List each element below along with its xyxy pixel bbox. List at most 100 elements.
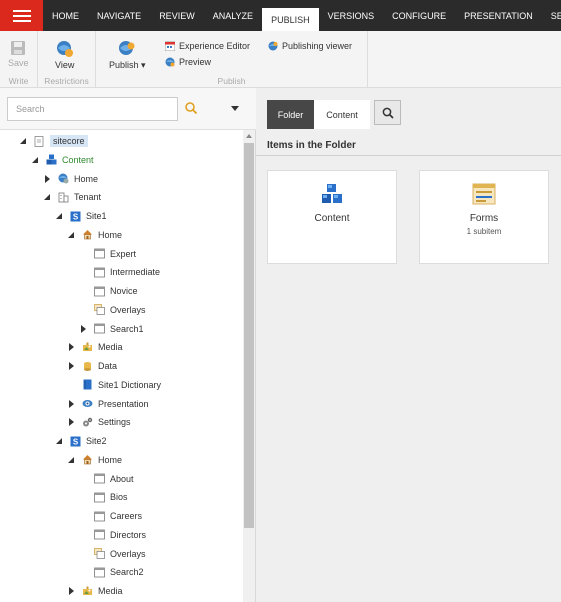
page-icon [94,473,105,484]
tab-versions[interactable]: VERSIONS [319,0,384,31]
tree-node[interactable]: Media [68,583,123,599]
tree-node[interactable]: Careers [80,508,142,524]
search-input[interactable] [7,97,178,121]
content-icon [46,154,57,165]
globe-icon [58,173,69,184]
house-icon [82,454,93,465]
write-group: Save Write [0,31,38,88]
tree-node-label: Expert [110,248,137,259]
tree-node[interactable]: Overlays [80,302,146,318]
expand-arrow-icon[interactable] [68,362,76,370]
experience-editor-button[interactable]: Experience Editor [165,41,250,51]
tree-node-label: Home [74,173,99,184]
tree-node[interactable]: Directors [80,527,146,543]
tree-node[interactable]: Home [68,452,122,468]
scrollbar-thumb[interactable] [244,143,254,528]
expand-arrow-icon[interactable] [68,418,76,427]
folder-item-forms[interactable]: Forms 1 subitem [419,170,549,264]
folder-item-subtitle: 1 subitem [466,227,502,236]
expand-arrow-icon[interactable] [44,174,52,183]
tree-node[interactable]: About [80,471,134,487]
save-button[interactable]: Save [8,40,29,68]
tree-node[interactable]: Bios [80,489,128,505]
tree-node[interactable]: Site1 Dictionary [68,377,161,393]
collapse-arrow-icon[interactable] [20,137,28,145]
tree-node-label: Directors [110,529,147,540]
ribbon-tab-bar: HOME NAVIGATE REVIEW ANALYZE PUBLISH VER… [0,0,561,31]
restrictions-group: View Restrictions [38,31,96,88]
view-button[interactable]: View [55,40,74,70]
tab-configure[interactable]: CONFIGURE [383,0,455,31]
content-cubes-icon [322,184,342,203]
tree-node[interactable]: S Site1 [56,208,107,224]
tree-node[interactable]: Novice [80,283,138,299]
content-tree-panel: sitecore Content Home Tenant S Site1 Home Exper… [0,88,256,602]
svg-text:S: S [73,212,79,221]
tree-node[interactable]: Settings [68,414,131,430]
publish-button[interactable]: Publish ▾ [109,40,146,71]
preview-icon [165,57,175,67]
tree-node-label: Overlays [110,548,146,559]
site-icon: S [70,436,81,447]
preview-label: Preview [179,57,212,67]
collapse-arrow-icon[interactable] [68,231,76,239]
svg-text:S: S [73,437,79,446]
tree-node[interactable]: Expert [80,246,136,262]
main-menu-button[interactable] [0,0,43,31]
tab-publish[interactable]: PUBLISH [262,8,319,31]
tab-presentation[interactable]: PRESENTATION [455,0,542,31]
editor-search-button[interactable] [374,100,401,125]
tab-content[interactable]: Content [314,100,370,129]
tree-node[interactable]: Media [68,339,123,355]
search-button[interactable] [184,101,200,117]
tree-node[interactable]: S Site2 [56,433,107,449]
scroll-up-arrow-icon[interactable] [246,134,252,138]
search-icon [185,102,198,115]
collapse-arrow-icon[interactable] [32,156,40,164]
page-icon [94,492,105,503]
tree-node[interactable]: Home [44,171,98,187]
publish-group: Publish ▾ Experience Editor Preview Publ… [96,31,368,88]
presentation-icon [82,398,93,409]
tree-node-label: Tenant [74,192,102,203]
expand-arrow-icon[interactable] [68,343,76,352]
folder-item-content[interactable]: Content [267,170,397,264]
tab-analyze[interactable]: ANALYZE [204,0,262,31]
tab-folder[interactable]: Folder [267,100,314,129]
tab-navigate[interactable]: NAVIGATE [88,0,150,31]
preview-button[interactable]: Preview [165,57,211,67]
tree-scrollbar[interactable] [243,130,255,602]
expand-arrow-icon[interactable] [80,324,88,333]
save-icon [11,41,26,55]
folder-view-panel: Folder Content Items in the Folder Conte… [256,88,561,602]
tree-node[interactable]: Content [32,152,94,168]
site-icon: S [70,211,81,222]
tab-security[interactable]: SECUR [542,0,561,31]
collapse-arrow-icon[interactable] [68,456,76,464]
collapse-arrow-icon[interactable] [56,437,64,445]
tab-review[interactable]: REVIEW [150,0,204,31]
tree-node[interactable]: Search2 [80,564,144,580]
collapse-arrow-icon[interactable] [44,193,52,201]
tree-node[interactable]: Presentation [68,396,149,412]
expand-arrow-icon[interactable] [68,587,76,595]
publishing-viewer-button[interactable]: Publishing viewer [268,41,352,51]
tree-node[interactable]: Search1 [80,321,144,337]
experience-editor-icon [165,41,175,51]
collapse-arrow-icon[interactable] [56,212,64,220]
settings-icon [82,417,93,428]
expand-arrow-icon[interactable] [68,399,76,408]
tree-node[interactable]: Data [68,358,117,374]
chevron-down-icon [231,106,239,111]
tree-node[interactable]: Home [68,227,122,243]
tab-home[interactable]: HOME [43,0,88,31]
tree-node[interactable]: Tenant [44,189,101,205]
search-options-dropdown[interactable] [230,104,242,114]
tree-node-label: Site1 Dictionary [98,379,162,390]
tree-node[interactable]: sitecore [20,133,88,149]
publishing-viewer-label: Publishing viewer [282,41,353,51]
tree-node[interactable]: Overlays [80,546,146,562]
folder-item-title: Forms [469,213,499,224]
forms-icon [472,183,496,205]
tree-node[interactable]: Intermediate [80,264,160,280]
